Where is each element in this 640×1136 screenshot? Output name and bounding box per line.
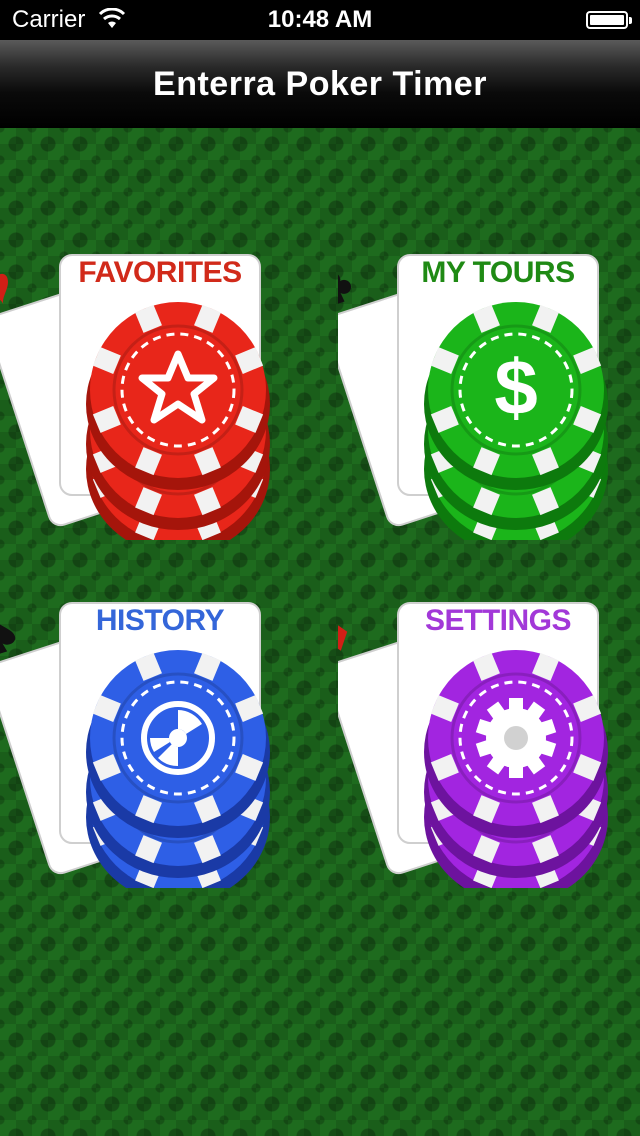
- menu-button-favorites[interactable]: FAVORITES: [0, 240, 300, 540]
- battery-icon: [586, 11, 632, 29]
- menu-label-my-tours: MY TOURS: [421, 256, 575, 289]
- menu-button-history[interactable]: HISTORY: [0, 588, 300, 888]
- svg-text:$: $: [494, 343, 537, 431]
- club-icon: [338, 272, 352, 304]
- menu-label-history: HISTORY: [95, 604, 225, 637]
- menu-label-favorites: FAVORITES: [78, 256, 242, 289]
- menu-button-my-tours[interactable]: $ MY TOURS: [338, 240, 638, 540]
- status-bar: Carrier 10:48 AM: [0, 0, 640, 40]
- dollar-icon: $: [494, 343, 537, 431]
- menu-label-settings: SETTINGS: [424, 604, 572, 637]
- spade-icon: [0, 620, 16, 654]
- gear-icon: [475, 698, 557, 778]
- menu-button-settings[interactable]: SETTINGS: [338, 588, 638, 888]
- clock: 10:48 AM: [267, 6, 373, 33]
- page-title: Enterra Poker Timer: [153, 65, 487, 103]
- diamond-icon: [338, 620, 348, 651]
- heart-icon: [0, 273, 8, 305]
- navigation-bar: Enterra Poker Timer: [0, 40, 640, 128]
